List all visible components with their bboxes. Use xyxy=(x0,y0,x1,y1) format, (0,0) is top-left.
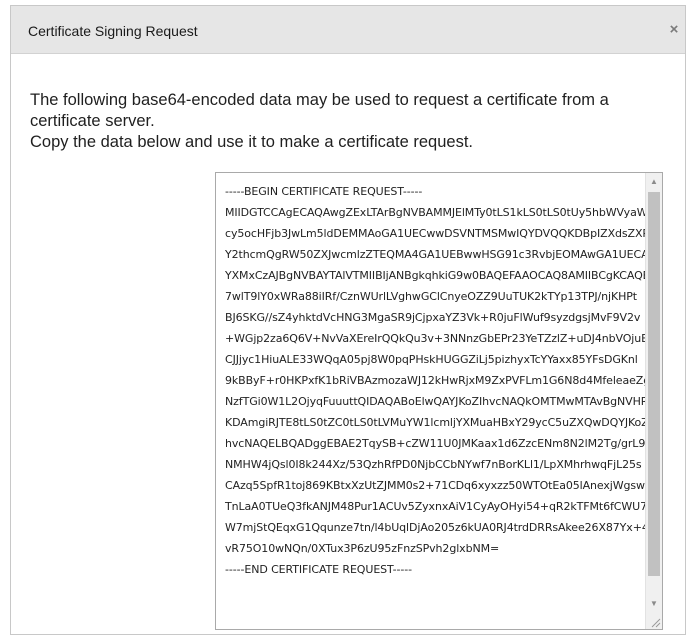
csr-line: hvcNAQELBQADggEBAE2TqySB+cZW11U0JMKaax1d… xyxy=(225,437,663,450)
csr-line: KDAmgiRJTE8tLS0tZC0tLS0tLVMuYW1lcmljYXMu… xyxy=(225,416,652,429)
csr-line: YXMxCzAJBgNVBAYTAlVTMIIBIjANBgkqhkiG9w0B… xyxy=(225,269,657,282)
scroll-up-arrow-icon[interactable]: ▲ xyxy=(646,173,662,190)
csr-line: vR75O10wNQn/0XTux3P6zU95zFnzSPvh2glxbNM= xyxy=(225,542,500,555)
csr-line: 7wlT9lY0xWRa88iIRf/CznWUrlLVghwGClCnyeOZ… xyxy=(225,290,637,303)
csr-text-content[interactable]: -----BEGIN CERTIFICATE REQUEST----- MIIDG… xyxy=(225,181,663,580)
dialog-titlebar: Certificate Signing Request × xyxy=(11,6,685,54)
csr-textarea[interactable]: -----BEGIN CERTIFICATE REQUEST----- MIIDG… xyxy=(215,172,663,630)
dialog-description: The following base64-encoded data may be… xyxy=(30,90,670,153)
csr-line: NzfTGi0W1L2OjyqFuuuttQIDAQABoElwQAYJKoZI… xyxy=(225,395,663,408)
close-icon[interactable]: × xyxy=(665,21,683,39)
csr-line: CAzq5SpfR1toj869KBtxXzUtZJMM0s2+71CDq6xy… xyxy=(225,479,652,492)
description-line-2: Copy the data below and use it to make a… xyxy=(30,133,474,151)
csr-line: NMHW4jQsl0I8k244Xz/53QzhRfPD0NjbCCbNYwf7… xyxy=(225,458,642,471)
csr-line: TnLaA0TUeQ3fkANJM48Pur1ACUv5ZyxnxAiV1CyA… xyxy=(225,500,659,513)
csr-line: -----END CERTIFICATE REQUEST----- xyxy=(225,563,413,576)
csr-line: -----BEGIN CERTIFICATE REQUEST----- xyxy=(225,185,423,198)
vertical-scrollbar[interactable]: ▲ ▼ xyxy=(645,173,662,629)
csr-line: CJJjyc1HiuALE33WQqA05pj8W0pqPHskHUGGZiLj… xyxy=(225,353,638,366)
csr-line: BJ6SKG//sZ4yhktdVcHNG3MgaSR9jCjpxaYZ3Vk+… xyxy=(225,311,641,324)
csr-line: cy5ocHFjb3JwLm5ldDEMMAoGA1UECwwDSVNTMSMw… xyxy=(225,227,663,240)
csr-line: W7mjStQEqxG1Qqunze7tn/l4bUqlDjAo205z6kUA… xyxy=(225,521,649,534)
csr-line: MIIDGTCCAgECAQAwgZExLTArBgNVBAMMJElMTy0t… xyxy=(225,206,663,219)
resize-grip-icon[interactable] xyxy=(649,616,661,628)
csr-line: +WGjp2za6Q6V+NvVaXEreIrQQkQu3v+3NNnzGbEP… xyxy=(225,332,662,345)
dialog-title: Certificate Signing Request xyxy=(28,23,198,39)
description-line-1: The following base64-encoded data may be… xyxy=(30,91,609,130)
csr-line: Y2thcmQgRW50ZXJwcmlzZTEQMA4GA1UEBwwHSG91… xyxy=(225,248,663,261)
scroll-down-arrow-icon[interactable]: ▼ xyxy=(646,595,662,612)
csr-line: 9kBByF+r0HKPxfK1bRiVBAzmozaWJ12kHwRjxM9Z… xyxy=(225,374,662,387)
scrollbar-thumb[interactable] xyxy=(648,192,660,576)
